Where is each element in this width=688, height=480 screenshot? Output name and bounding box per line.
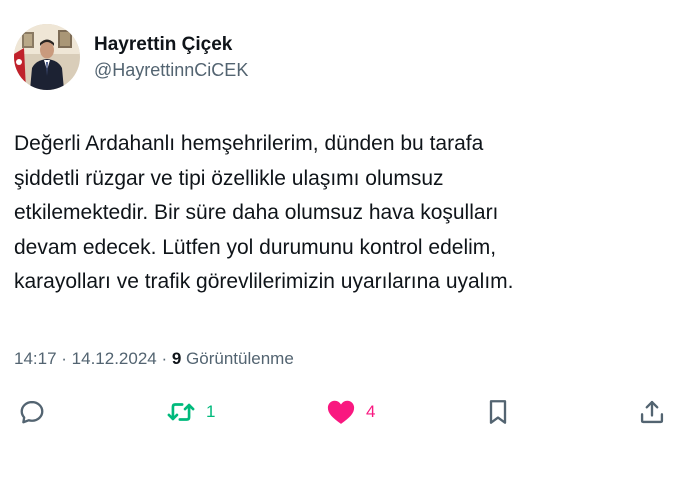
author-names: Hayrettin Çiçek @HayrettinnCiCEK	[94, 33, 248, 82]
tweet-date[interactable]: 14.12.2024	[72, 349, 157, 368]
tweet-text: Değerli Ardahanlı hemşehrilerim, dünden …	[14, 132, 514, 293]
like-button[interactable]: 4	[326, 394, 375, 430]
author-display-name[interactable]: Hayrettin Çiçek	[94, 33, 248, 57]
retweet-button[interactable]: 1	[166, 394, 215, 430]
action-bar: 1 4	[0, 394, 688, 430]
avatar[interactable]	[14, 24, 80, 90]
reply-button[interactable]	[18, 394, 46, 430]
views-label: Görüntülenme	[181, 349, 294, 368]
bookmark-icon	[489, 400, 507, 424]
share-button[interactable]	[638, 394, 666, 430]
views-count: 9	[171, 349, 182, 368]
heart-icon	[327, 400, 355, 424]
avatar-image	[14, 24, 80, 90]
like-count: 4	[366, 402, 376, 421]
reply-icon	[20, 400, 44, 424]
author-handle[interactable]: @HayrettinnCiCEK	[94, 58, 248, 82]
meta-separator: ·	[156, 349, 172, 368]
tweet-card: Hayrettin Çiçek @HayrettinnCiCEK Değerli…	[0, 0, 688, 480]
meta-separator: ·	[56, 349, 72, 368]
share-icon	[640, 400, 664, 424]
tweet-meta: 14:17 · 14.12.2024 · 9 Görüntülenme	[14, 347, 294, 371]
tweet-time[interactable]: 14:17	[14, 349, 57, 368]
bookmark-button[interactable]	[484, 394, 512, 430]
tweet-header: Hayrettin Çiçek @HayrettinnCiCEK	[14, 24, 248, 90]
retweet-count: 1	[206, 402, 216, 421]
retweet-icon	[167, 403, 195, 421]
